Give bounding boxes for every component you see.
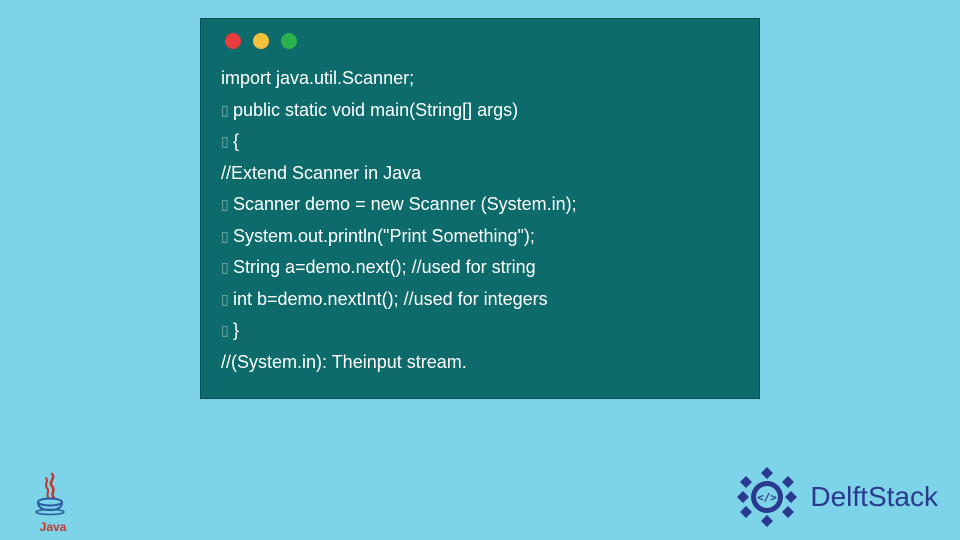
coffee-cup-icon (28, 472, 78, 522)
code-window: import java.util.Scanner;public static v… (200, 18, 760, 399)
svg-text:</>: </> (757, 491, 777, 504)
code-line: System.out.println("Print Something"); (221, 221, 739, 253)
code-line: public static void main(String[] args) (221, 95, 739, 127)
minimize-icon (253, 33, 269, 49)
code-line: } (221, 315, 739, 347)
code-line: //(System.in): Theinput stream. (221, 347, 739, 379)
window-controls (225, 33, 739, 49)
code-line: Scanner demo = new Scanner (System.in); (221, 189, 739, 221)
maximize-icon (281, 33, 297, 49)
java-logo: Java (28, 472, 78, 534)
delftstack-emblem-icon: </> (732, 462, 802, 532)
close-icon (225, 33, 241, 49)
delftstack-logo: </> DelftStack (732, 462, 938, 532)
code-line: { (221, 126, 739, 158)
code-line: int b=demo.nextInt(); //used for integer… (221, 284, 739, 316)
delftstack-logo-label: DelftStack (810, 481, 938, 513)
code-line: //Extend Scanner in Java (221, 158, 739, 190)
code-line: import java.util.Scanner; (221, 63, 739, 95)
code-line: String a=demo.next(); //used for string (221, 252, 739, 284)
code-block: import java.util.Scanner;public static v… (221, 63, 739, 378)
java-logo-label: Java (28, 520, 78, 534)
